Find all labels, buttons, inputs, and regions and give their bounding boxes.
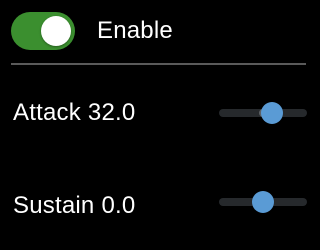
enable-label: Enable (97, 17, 173, 44)
slider-thumb[interactable] (252, 191, 274, 213)
sustain-slider[interactable] (219, 191, 307, 213)
enable-toggle[interactable] (11, 12, 75, 50)
attack-label: Attack 32.0 (13, 98, 135, 128)
sustain-label: Sustain 0.0 (13, 191, 135, 221)
slider-thumb[interactable] (261, 102, 284, 124)
sustain-name: Sustain (13, 192, 95, 219)
toggle-knob (41, 16, 71, 46)
attack-name: Attack (13, 99, 81, 126)
attack-slider[interactable] (219, 102, 307, 124)
sustain-value: 0.0 (101, 192, 136, 219)
divider (11, 63, 306, 65)
settings-panel: Enable Attack 32.0 Sustain 0.0 (0, 0, 316, 250)
attack-value: 32.0 (87, 99, 136, 126)
